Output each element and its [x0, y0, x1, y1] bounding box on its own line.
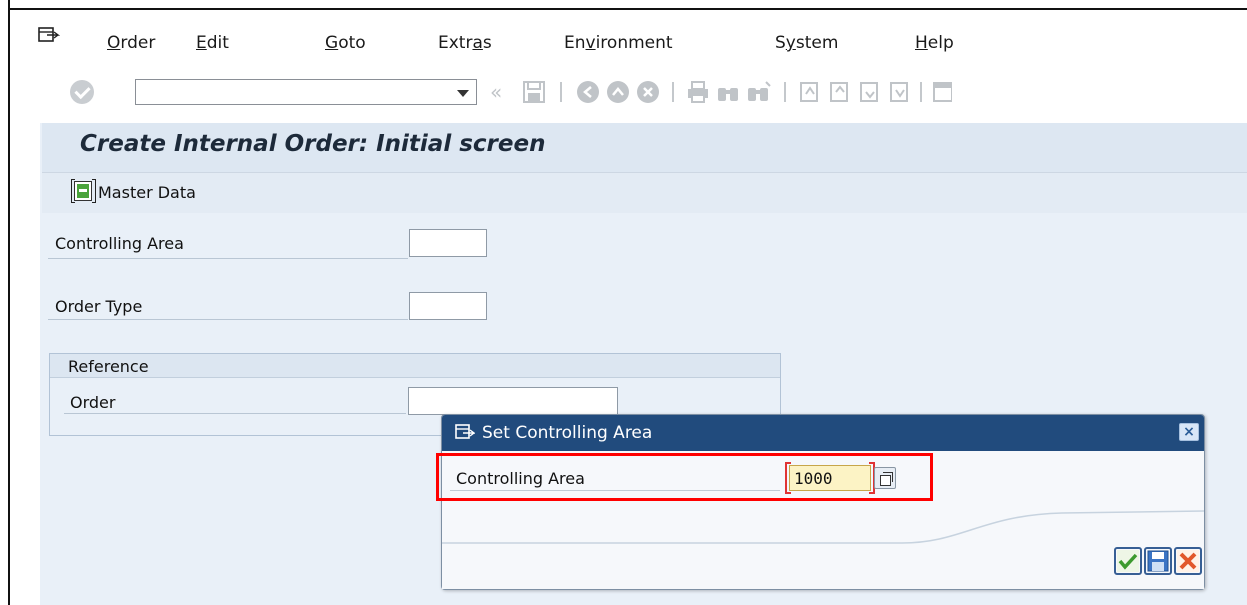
page-title: Create Internal Order: Initial screen [80, 131, 546, 157]
label-underline [48, 319, 408, 320]
dialog-decoration [442, 510, 1204, 544]
save-button[interactable] [1144, 547, 1172, 575]
menu-system[interactable]: System [775, 33, 838, 53]
save-icon[interactable] [522, 80, 546, 104]
first-page-icon[interactable] [798, 80, 822, 104]
reference-group-label: Reference [68, 357, 149, 376]
continue-button[interactable] [1114, 547, 1142, 575]
master-data-icon[interactable] [74, 181, 92, 201]
print-icon[interactable] [686, 80, 710, 104]
order-type-label: Order Type [55, 297, 143, 316]
find-icon[interactable] [716, 80, 740, 104]
cancel-button[interactable] [1174, 547, 1202, 575]
command-dropdown-icon[interactable] [457, 90, 469, 97]
dialog-title: Set Controlling Area [482, 423, 653, 443]
last-page-icon[interactable] [888, 80, 912, 104]
dialog-window-icon[interactable] [455, 424, 475, 440]
enter-check-icon[interactable] [70, 80, 94, 104]
cancel-icon[interactable] [636, 80, 662, 104]
next-page-icon[interactable] [858, 80, 882, 104]
command-field[interactable] [135, 79, 477, 105]
menu-goto[interactable]: Goto [325, 33, 366, 53]
menu-edit[interactable]: Edit [196, 33, 229, 53]
back-icon[interactable] [576, 80, 602, 104]
cancel-icon [1177, 550, 1199, 572]
dialog-close-icon[interactable]: × [1179, 423, 1199, 441]
menu-help[interactable]: Help [915, 33, 954, 53]
reference-order-input[interactable] [408, 387, 618, 415]
menu-window-icon[interactable] [38, 27, 60, 43]
menu-environment[interactable]: Environment [564, 33, 673, 53]
menu-extras[interactable]: Extras [438, 33, 492, 53]
toolbar-separator [672, 82, 674, 102]
exit-icon[interactable] [606, 80, 632, 104]
label-underline [64, 413, 406, 414]
check-icon [1117, 550, 1139, 572]
toolbar-separator [560, 82, 562, 102]
master-data-button[interactable]: Master Data [98, 183, 196, 202]
save-icon [1147, 550, 1169, 572]
new-session-icon[interactable] [932, 80, 952, 104]
application-toolbar [42, 173, 1247, 213]
master-data-bracket [92, 179, 96, 203]
label-underline [48, 258, 408, 259]
double-left-arrow-icon[interactable]: « [490, 78, 502, 106]
reference-group-header [50, 354, 780, 378]
toolbar-separator [920, 82, 922, 102]
controlling-area-input[interactable] [409, 229, 487, 257]
previous-page-icon[interactable] [828, 80, 852, 104]
order-label: Order [70, 393, 116, 412]
toolbar-separator [784, 82, 786, 102]
highlight-annotation [436, 453, 933, 501]
menu-order[interactable]: Order [107, 33, 155, 53]
find-next-icon[interactable] [746, 80, 772, 104]
order-type-input[interactable] [409, 292, 487, 320]
controlling-area-label: Controlling Area [55, 234, 184, 253]
